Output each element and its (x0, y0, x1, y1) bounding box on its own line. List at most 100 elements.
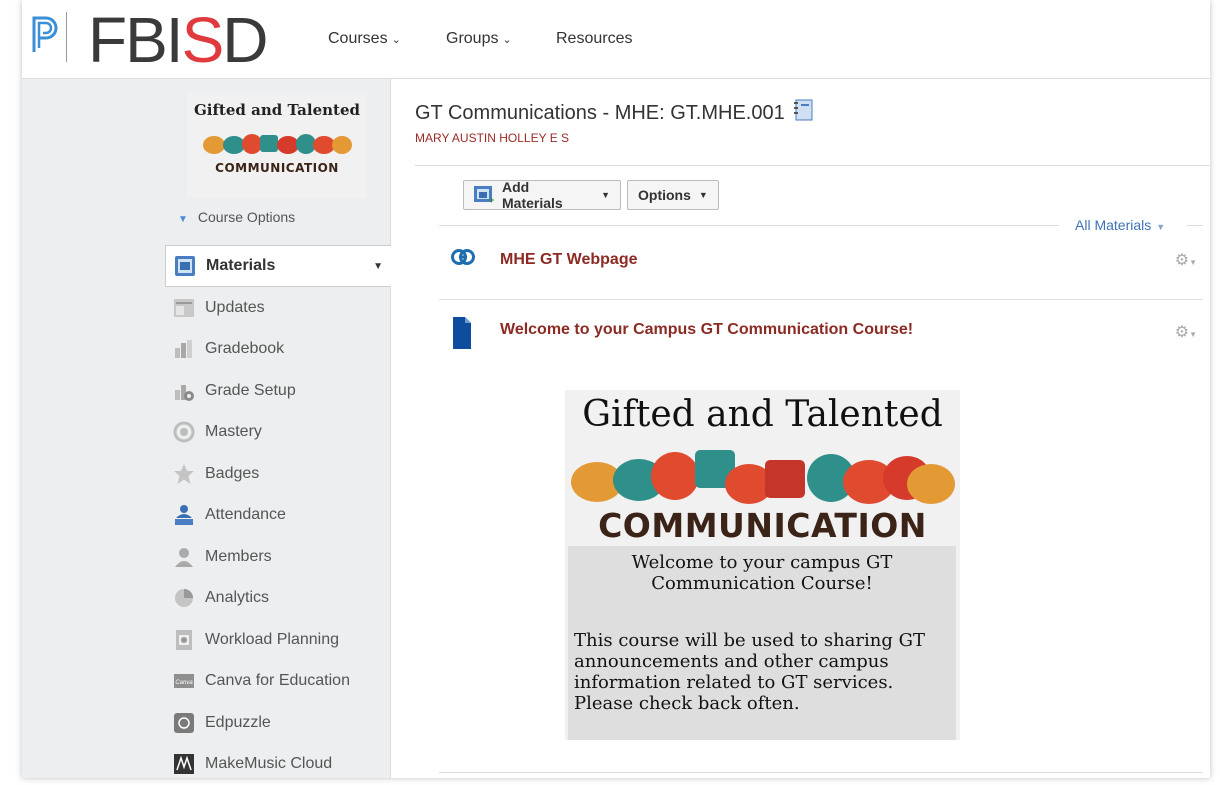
sidebar-item-label: Mastery (205, 423, 262, 441)
makemusic-icon (173, 753, 195, 775)
welcome-body-3: information related to GT services. (574, 672, 954, 693)
welcome-body-1: This course will be used to sharing GT (574, 630, 954, 651)
sidebar-item-updates[interactable]: Updates (165, 287, 391, 329)
sidebar-item-label: Materials (206, 257, 275, 275)
sidebar-item-grade-setup[interactable]: Grade Setup (165, 370, 391, 412)
all-materials-label: All Materials (1075, 217, 1151, 233)
triangle-down-icon: ▼ (699, 190, 708, 200)
welcome-image-greeting: Welcome to your campus GT Communication … (568, 552, 956, 594)
course-image: Gifted and Talented COMMUNICATION (187, 93, 367, 198)
gradebook-icon (173, 338, 195, 360)
triangle-down-icon: ▼ (601, 190, 610, 200)
page-icon (453, 317, 471, 354)
welcome-body-2: announcements and other campus (574, 651, 954, 672)
sidebar-item-workload-planning[interactable]: Workload Planning (165, 619, 391, 661)
triangle-down-icon: ▼ (178, 214, 188, 225)
course-image-caption: COMMUNICATION (187, 161, 367, 175)
school-name[interactable]: MARY AUSTIN HOLLEY E S (415, 131, 569, 145)
material-item[interactable]: MHE GT Webpage ⚙▼ (439, 247, 1203, 287)
welcome-image: Gifted and Talented COMMUNICATION Welcom… (565, 390, 960, 740)
sidebar-item-attendance[interactable]: Attendance (165, 495, 391, 537)
triangle-down-icon: ▼ (1156, 222, 1165, 232)
sidebar-item-label: Grade Setup (205, 382, 296, 400)
logo-text: FBI (88, 4, 182, 76)
chevron-down-icon: ⌄ (392, 33, 401, 46)
sidebar-item-label: Members (205, 548, 272, 566)
caret-down-icon[interactable]: ▼ (373, 261, 383, 272)
material-title[interactable]: Welcome to your Campus GT Communication … (500, 321, 913, 339)
logo-text-s: S (182, 4, 223, 76)
material-item[interactable]: Welcome to your Campus GT Communication … (439, 315, 1203, 355)
sidebar-item-mastery[interactable]: Mastery (165, 412, 391, 454)
speech-bubbles-graphic (202, 131, 352, 159)
options-label: Options (638, 187, 691, 203)
sidebar-item-label: Workload Planning (205, 631, 339, 649)
course-options-toggle[interactable]: ▼ Course Options (178, 209, 295, 225)
canva-icon: Canva (173, 670, 195, 692)
sidebar-item-label: Analytics (205, 589, 269, 607)
all-materials-filter[interactable]: All Materials ▼ (1075, 217, 1165, 233)
logo-separator (66, 12, 67, 62)
analytics-icon (173, 587, 195, 609)
course-options-label: Course Options (198, 209, 295, 225)
sidebar-item-label: MakeMusic Cloud (205, 755, 332, 773)
speech-bubbles-graphic (569, 448, 957, 508)
sidebar-item-label: Badges (205, 465, 259, 483)
sidebar-item-materials[interactable]: Materials ▼ (165, 245, 391, 287)
sidebar-item-members[interactable]: Members (165, 536, 391, 578)
header-divider (415, 165, 1210, 166)
welcome-line-2: Communication Course! (568, 573, 956, 594)
gear-icon[interactable]: ⚙▼ (1175, 322, 1197, 342)
updates-icon (173, 297, 195, 319)
sidebar-item-analytics[interactable]: Analytics (165, 578, 391, 620)
welcome-image-banner: COMMUNICATION (565, 506, 960, 545)
gear-icon[interactable]: ⚙▼ (1175, 250, 1197, 270)
options-button[interactable]: Options ▼ (627, 180, 719, 210)
welcome-image-textbox: Welcome to your campus GT Communication … (568, 546, 956, 740)
nav-courses[interactable]: Courses ⌄ (328, 30, 401, 48)
workload-icon (173, 629, 195, 651)
chevron-down-icon: ⌄ (502, 33, 511, 46)
course-nav-menu: Materials ▼ Updates Gradebook Grade Set (165, 245, 391, 785)
sidebar-item-edpuzzle[interactable]: Edpuzzle (165, 702, 391, 744)
sidebar-item-gradebook[interactable]: Gradebook (165, 329, 391, 371)
badges-icon (173, 463, 195, 485)
add-materials-icon: + (474, 186, 494, 204)
nav-courses-label: Courses (328, 30, 388, 48)
attendance-icon (173, 504, 195, 526)
top-header: FBISD Courses ⌄ Groups ⌄ Resources (22, 0, 1210, 79)
sidebar-item-makemusic[interactable]: MakeMusic Cloud (165, 744, 391, 785)
nav-groups[interactable]: Groups ⌄ (446, 30, 512, 48)
sidebar-item-label: Updates (205, 299, 265, 317)
add-materials-label: Add Materials (502, 179, 593, 211)
powerschool-logo-icon[interactable] (30, 14, 60, 54)
logo-text-d: D (222, 4, 266, 76)
edpuzzle-icon (173, 712, 195, 734)
course-title-text: GT Communications - MHE: GT.MHE.001 (415, 102, 785, 125)
welcome-image-body: This course will be used to sharing GT a… (574, 630, 954, 714)
welcome-body-4: Please check back often. (574, 693, 954, 714)
svg-text:+: + (489, 195, 494, 204)
row-divider (439, 299, 1203, 300)
nav-resources[interactable]: Resources (556, 30, 632, 48)
nav-groups-label: Groups (446, 30, 498, 48)
main-content: GT Communications - MHE: GT.MHE.001 MARY… (391, 79, 1210, 778)
sidebar-item-label: Attendance (205, 506, 286, 524)
mastery-icon (173, 421, 195, 443)
welcome-line-1: Welcome to your campus GT (568, 552, 956, 573)
bottom-divider (439, 772, 1203, 773)
app-frame: FBISD Courses ⌄ Groups ⌄ Resources Gifte… (22, 0, 1210, 778)
sidebar-item-label: Edpuzzle (205, 714, 271, 732)
sidebar-item-label: Canva for Education (205, 672, 350, 690)
course-image-title: Gifted and Talented (187, 101, 367, 119)
fbisd-logo[interactable]: FBISD (88, 4, 266, 76)
material-title[interactable]: MHE GT Webpage (500, 251, 638, 269)
add-materials-button[interactable]: + Add Materials ▼ (463, 180, 621, 210)
sidebar-item-badges[interactable]: Badges (165, 453, 391, 495)
sidebar-item-label: Gradebook (205, 340, 284, 358)
sidebar-item-canva[interactable]: Canva Canva for Education (165, 661, 391, 703)
course-title: GT Communications - MHE: GT.MHE.001 (415, 99, 813, 127)
materials-divider-end (1187, 225, 1203, 226)
notebook-icon[interactable] (793, 99, 813, 127)
left-sidebar: Gifted and Talented COMMUNICATION ▼ Cours… (22, 79, 391, 778)
